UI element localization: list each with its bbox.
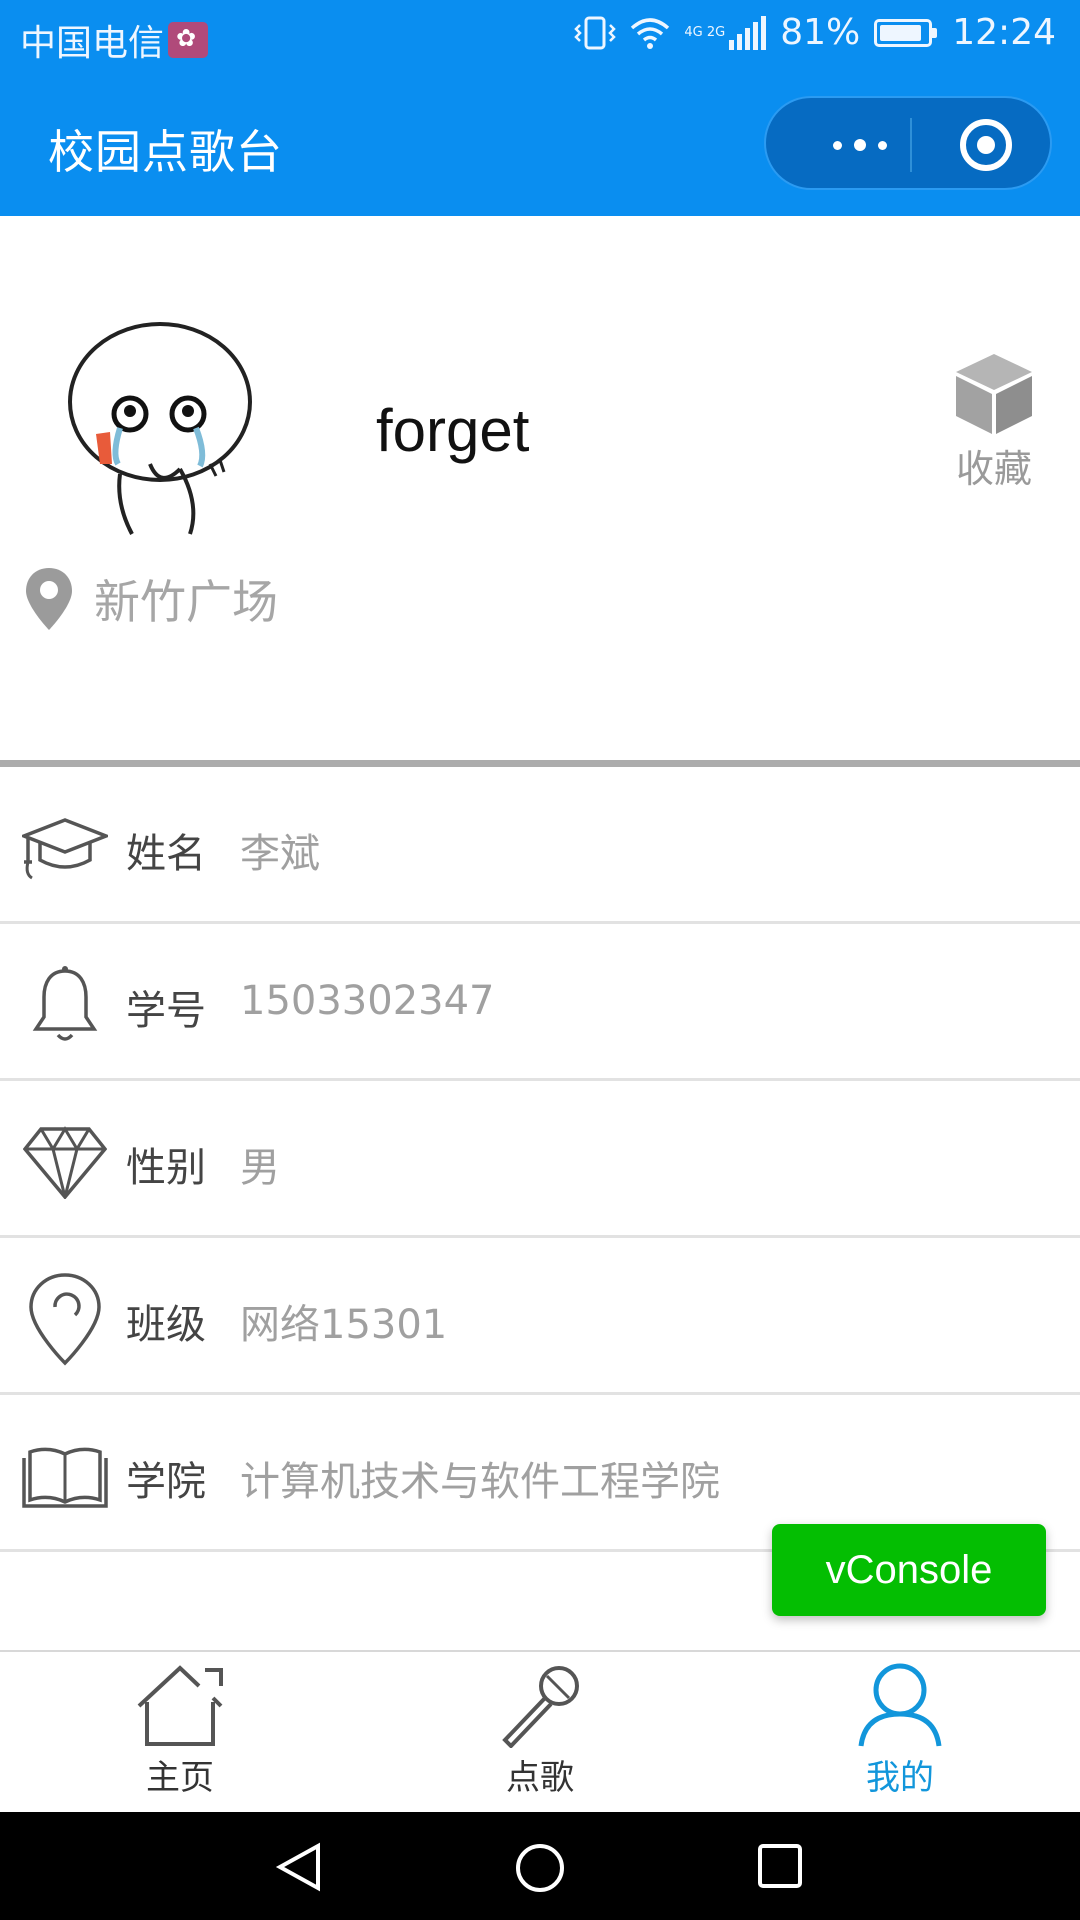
recents-icon[interactable] [756,1842,804,1890]
home-circle-icon[interactable] [514,1842,566,1894]
favorites-button[interactable]: 收藏 [954,352,1034,493]
page-title: 校园点歌台 [48,125,283,179]
favorites-label: 收藏 [955,447,1032,491]
microphone-icon [502,1666,579,1748]
info-value: 李斌 [240,831,320,877]
signal-icon: 4G 2G [684,15,767,50]
info-label: 性别 [126,1145,206,1191]
info-row-name: 姓名 李斌 [0,767,1080,924]
avatar[interactable] [60,314,270,544]
info-row-gender: 性别 男 [0,1081,1080,1238]
book-icon [22,1433,108,1519]
section-divider [0,760,1080,767]
location-pin-icon [26,568,72,630]
info-value: 男 [240,1145,280,1191]
status-bar: 中国电信 4G 2G 81% 12:24 [0,0,1080,74]
tab-label: 我的 [866,1758,934,1798]
wifi-icon [631,17,670,49]
info-value: 1503302347 [240,978,495,1024]
info-row-class: 班级 网络15301 [0,1238,1080,1395]
info-list: 姓名 李斌 学号 1503302347 性别 男 班级 网络15301 学院 计… [0,767,1080,1552]
info-value: 计算机技术与软件工程学院 [240,1459,720,1505]
vibrate-icon [574,16,617,49]
profile-header: forget 收藏 新竹广场 [0,216,1080,760]
info-label: 班级 [126,1302,206,1348]
tab-bar: 主页 点歌 我的 [0,1650,1080,1812]
bell-icon [22,962,108,1048]
battery-icon [874,18,938,47]
tab-request-song[interactable]: 点歌 [440,1662,640,1812]
info-row-student-id: 学号 1503302347 [0,924,1080,1081]
tab-me[interactable]: 我的 [800,1662,1000,1812]
back-icon[interactable] [274,1842,324,1892]
map-pin-outline-icon [22,1273,108,1366]
carrier-name: 中国电信 [20,23,165,64]
system-navigation-bar [0,1812,1080,1920]
home-icon [137,1665,223,1746]
tab-label: 点歌 [506,1758,574,1798]
info-label: 学号 [126,988,206,1034]
info-label: 学院 [126,1459,206,1505]
username: forget [376,397,530,464]
location: 新竹广场 [24,566,278,632]
close-miniprogram-icon[interactable] [960,119,1012,171]
carrier-info: 中国电信 [20,14,209,66]
location-text: 新竹广场 [94,575,278,629]
info-value: 网络15301 [240,1302,448,1348]
cube-icon [956,354,1032,434]
status-icons: 4G 2G 81% 12:24 [574,12,1056,53]
clock: 12:24 [952,12,1056,53]
network-type: 4G 2G [684,24,726,40]
more-icon[interactable] [802,118,918,172]
tab-home[interactable]: 主页 [80,1662,280,1812]
huawei-badge-icon [168,22,209,58]
tab-label: 主页 [146,1758,214,1798]
battery-percent: 81% [780,12,861,53]
diamond-icon [22,1119,108,1205]
miniprogram-capsule [764,96,1052,190]
crying-cartoon-avatar [68,322,252,535]
vconsole-button[interactable]: vConsole [772,1524,1046,1616]
capsule-divider [910,118,912,172]
info-label: 姓名 [126,831,206,877]
navigation-bar: 校园点歌台 [0,74,1080,216]
graduation-cap-icon [22,805,108,891]
user-icon [858,1663,942,1747]
